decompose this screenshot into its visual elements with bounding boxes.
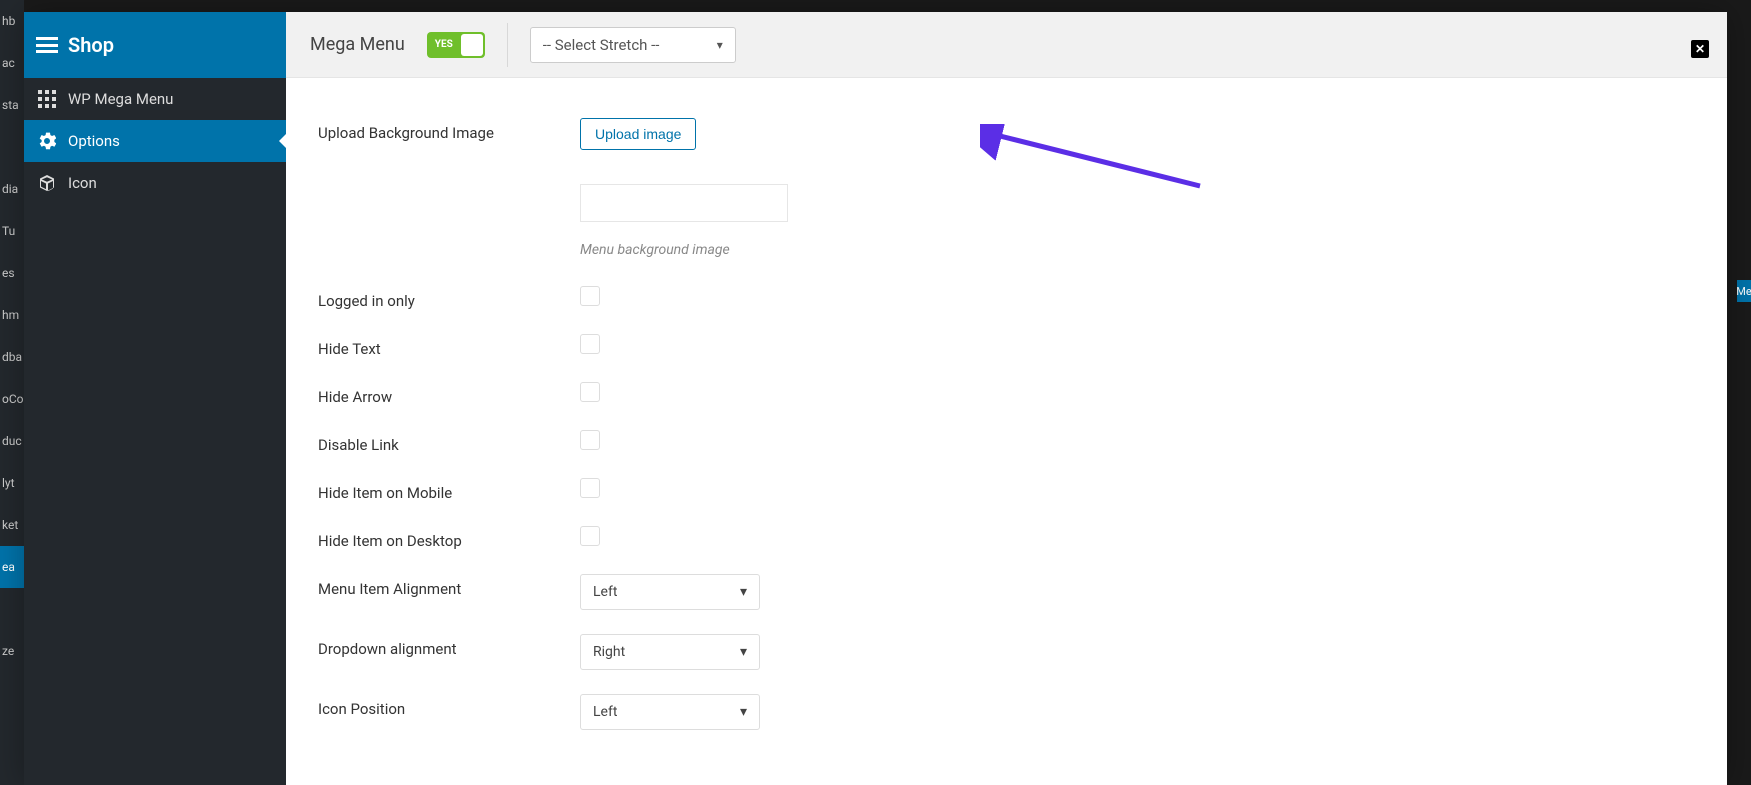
- close-button[interactable]: ✕: [1691, 40, 1709, 58]
- upload-bg-label: Upload Background Image: [318, 118, 580, 142]
- hide-mobile-label: Hide Item on Mobile: [318, 478, 580, 502]
- wp-item: hm: [0, 294, 24, 336]
- row-hide-text: Hide Text: [318, 334, 1695, 358]
- logged-in-checkbox[interactable]: [580, 286, 600, 306]
- disable-link-label: Disable Link: [318, 430, 580, 454]
- close-icon: ✕: [1695, 42, 1705, 56]
- upload-preview: [580, 184, 788, 222]
- alignment-select[interactable]: Left ▾: [580, 574, 760, 610]
- right-edge-fragment: Me: [1737, 280, 1751, 302]
- hide-arrow-checkbox[interactable]: [580, 382, 600, 402]
- sidebar-header: Shop: [24, 12, 286, 78]
- chevron-down-icon: ▾: [740, 644, 747, 660]
- wp-item: [0, 126, 24, 168]
- upload-image-button[interactable]: Upload image: [580, 118, 696, 150]
- chevron-down-icon: ▾: [740, 584, 747, 600]
- wp-item: [0, 588, 24, 630]
- sidebar-item-icon[interactable]: Icon: [24, 162, 286, 204]
- sidebar-item-label: Options: [68, 132, 120, 150]
- select-value: Right: [593, 644, 625, 660]
- wp-item: ze: [0, 630, 24, 672]
- chevron-down-icon: ▾: [717, 38, 723, 52]
- divider: [507, 23, 508, 67]
- wp-item: dia: [0, 168, 24, 210]
- select-value: Left: [593, 704, 617, 720]
- select-value: Left: [593, 584, 617, 600]
- chevron-down-icon: ▾: [740, 704, 747, 720]
- wp-admin-sidebar-partial: hb ac sta dia Tu es hm dba oCo duc lyt k…: [0, 0, 24, 785]
- toggle-knob: [461, 34, 483, 56]
- wp-item: hb: [0, 0, 24, 42]
- alignment-label: Menu Item Alignment: [318, 574, 580, 598]
- wp-item: duc: [0, 420, 24, 462]
- topbar-title: Mega Menu: [310, 34, 405, 55]
- hamburger-icon[interactable]: [36, 37, 58, 53]
- row-upload-bg: Upload Background Image Upload image Men…: [318, 118, 1695, 258]
- row-disable-link: Disable Link: [318, 430, 1695, 454]
- hide-mobile-checkbox[interactable]: [580, 478, 600, 498]
- wp-item: es: [0, 252, 24, 294]
- row-hide-mobile: Hide Item on Mobile: [318, 478, 1695, 502]
- wp-item: Tu: [0, 210, 24, 252]
- hide-desktop-label: Hide Item on Desktop: [318, 526, 580, 550]
- row-alignment: Menu Item Alignment Left ▾: [318, 574, 1695, 610]
- disable-link-checkbox[interactable]: [580, 430, 600, 450]
- row-icon-position: Icon Position Left ▾: [318, 694, 1695, 730]
- sidebar-title: Shop: [68, 33, 114, 57]
- sidebar-item-options[interactable]: Options: [24, 120, 286, 162]
- wp-item: dba: [0, 336, 24, 378]
- select-value: -- Select Stretch --: [543, 36, 660, 54]
- wp-item: ket: [0, 504, 24, 546]
- content-scroll[interactable]: Upload Background Image Upload image Men…: [286, 78, 1727, 785]
- logged-in-label: Logged in only: [318, 286, 580, 310]
- icon-pos-select[interactable]: Left ▾: [580, 694, 760, 730]
- hide-text-checkbox[interactable]: [580, 334, 600, 354]
- sidebar-item-wp-mega-menu[interactable]: WP Mega Menu: [24, 78, 286, 120]
- dropdown-label: Dropdown alignment: [318, 634, 580, 658]
- modal-main: Mega Menu YES -- Select Stretch -- ▾ ✕ U…: [286, 12, 1727, 785]
- stretch-select[interactable]: -- Select Stretch -- ▾: [530, 27, 736, 63]
- wp-item: ea: [0, 546, 24, 588]
- hide-arrow-label: Hide Arrow: [318, 382, 580, 406]
- hide-desktop-checkbox[interactable]: [580, 526, 600, 546]
- icon-pos-label: Icon Position: [318, 694, 580, 718]
- wp-item: ac: [0, 42, 24, 84]
- dropdown-select[interactable]: Right ▾: [580, 634, 760, 670]
- mega-menu-modal: Shop WP Mega Menu Options Icon Mega Menu…: [24, 12, 1727, 785]
- upload-helper-text: Menu background image: [580, 242, 1695, 258]
- wp-item: lyt: [0, 462, 24, 504]
- row-hide-desktop: Hide Item on Desktop: [318, 526, 1695, 550]
- gear-icon: [38, 132, 56, 150]
- cube-icon: [38, 174, 56, 192]
- row-logged-in: Logged in only: [318, 286, 1695, 310]
- mega-menu-toggle[interactable]: YES: [427, 32, 485, 58]
- sidebar-item-label: Icon: [68, 174, 97, 192]
- sidebar-item-label: WP Mega Menu: [68, 90, 173, 108]
- row-dropdown-alignment: Dropdown alignment Right ▾: [318, 634, 1695, 670]
- wp-item: oCo: [0, 378, 24, 420]
- topbar: Mega Menu YES -- Select Stretch -- ▾ ✕: [286, 12, 1727, 78]
- toggle-label: YES: [429, 39, 453, 50]
- modal-sidebar: Shop WP Mega Menu Options Icon: [24, 12, 286, 785]
- row-hide-arrow: Hide Arrow: [318, 382, 1695, 406]
- hide-text-label: Hide Text: [318, 334, 580, 358]
- wp-item: sta: [0, 84, 24, 126]
- grid-icon: [38, 90, 56, 108]
